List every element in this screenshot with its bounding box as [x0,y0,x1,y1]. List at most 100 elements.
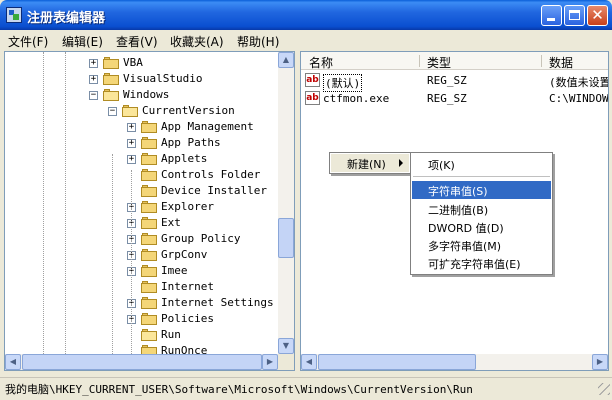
tree-item[interactable]: + VBA [5,55,278,71]
context-menu: 新建(N) [329,152,411,174]
tree-item[interactable]: + App Paths [5,135,278,151]
tree-guide-line [131,170,132,354]
submenu-item-label: 二进制值(B) [428,204,489,217]
folder-icon [141,201,157,213]
minimize-button[interactable] [541,5,562,26]
maximize-icon [569,10,580,20]
tree-horizontal-scrollbar[interactable]: ◀ ▶ [5,354,278,370]
tree-item[interactable]: Run [5,327,278,343]
list-item[interactable]: ab (默认) REG_SZ (数值未设置) [305,72,608,92]
tree-item-label: Ext [161,216,181,229]
submenu-item-binary-value[interactable]: 二进制值(B) [412,200,551,218]
folder-icon [141,185,157,197]
expand-icon[interactable]: + [127,155,136,164]
minimize-icon [547,18,555,21]
list-hscroll-thumb[interactable] [318,354,476,370]
tree-item[interactable]: − CurrentVersion [5,103,278,119]
submenu-item-expandable-string-value[interactable]: 可扩充字符串值(E) [412,254,551,272]
submenu-item-label: DWORD 值(D) [428,222,504,235]
menu-bar: 文件(F) 编辑(E) 查看(V) 收藏夹(A) 帮助(H) [0,30,612,50]
menu-help[interactable]: 帮助(H) [237,33,279,50]
column-data[interactable]: 数据 [549,54,573,71]
tree-vertical-scrollbar[interactable]: ▲ ▼ [278,52,294,354]
submenu-item-label: 多字符串值(M) [428,240,502,253]
tree-item[interactable]: + Group Policy [5,231,278,247]
tree-item[interactable]: Device Installer [5,183,278,199]
tree-item[interactable]: + Applets [5,151,278,167]
tree-item[interactable]: + Policies [5,311,278,327]
folder-icon [141,217,157,229]
tree-item-label: App Management [161,120,254,133]
tree-item[interactable]: + GrpConv [5,247,278,263]
tree-item-label: Policies [161,312,214,325]
tree-guide-line [112,154,113,354]
expand-icon[interactable]: + [89,75,98,84]
folder-icon [141,121,157,133]
tree-item[interactable]: + Imee [5,263,278,279]
folder-icon [141,265,157,277]
folder-icon [141,313,157,325]
expand-icon[interactable]: + [127,123,136,132]
column-type[interactable]: 类型 [427,54,451,71]
tree-item[interactable]: Internet [5,279,278,295]
tree-item-label: Device Installer [161,184,267,197]
value-name: ctfmon.exe [323,92,390,105]
tree-scroll-right-button[interactable]: ▶ [262,354,278,370]
expand-icon[interactable]: + [127,139,136,148]
collapse-icon[interactable]: − [108,107,117,116]
submenu-item-label: 字符串值(S) [428,185,488,198]
tree-item-label: Windows [123,88,170,101]
tree-item[interactable]: + Explorer [5,199,278,215]
tree-scroll-thumb[interactable] [278,218,294,258]
tree-scroll-left-button[interactable]: ◀ [5,354,21,370]
tree-scroll-down-button[interactable]: ▼ [278,338,294,354]
title-bar[interactable]: 注册表编辑器 ✕ [0,0,612,30]
maximize-button[interactable] [564,5,585,26]
menu-edit[interactable]: 编辑(E) [62,33,103,50]
context-menu-new[interactable]: 新建(N) [331,154,409,172]
tree-item[interactable]: − Windows [5,87,278,103]
list-scroll-right-button[interactable]: ▶ [592,354,608,370]
submenu-item-label: 可扩充字符串值(E) [428,258,521,271]
registry-tree[interactable]: + VBA + VisualStudio − Windows − CurrentVersion… [4,51,295,371]
menu-file[interactable]: 文件(F) [8,33,48,50]
list-scroll-left-button[interactable]: ◀ [301,354,317,370]
column-name[interactable]: 名称 [309,54,333,71]
submenu-item-key[interactable]: 项(K) [412,155,551,173]
value-type: REG_SZ [427,92,467,105]
tree-hscroll-thumb[interactable] [22,354,262,370]
submenu-item-string-value[interactable]: 字符串值(S) [412,181,551,199]
collapse-icon[interactable]: − [89,91,98,100]
column-separator[interactable] [419,55,420,67]
tree-item-label: Applets [161,152,208,165]
regedit-icon [6,7,22,23]
folder-open-icon [141,329,157,341]
menu-view[interactable]: 查看(V) [116,33,158,50]
submenu-item-label: 项(K) [428,159,455,172]
tree-item[interactable]: + App Management [5,119,278,135]
tree-scroll-up-button[interactable]: ▲ [278,52,294,68]
list-horizontal-scrollbar[interactable]: ◀ ▶ [301,354,608,370]
folder-icon [141,233,157,245]
tree-item-label: CurrentVersion [142,104,235,117]
tree-item[interactable]: + Ext [5,215,278,231]
tree-item-label: GrpConv [161,248,208,261]
tree-item-label: Explorer [161,200,214,213]
list-item[interactable]: ab ctfmon.exe REG_SZ C:\WINDOWS\ [305,90,608,107]
resize-grip-icon[interactable] [598,383,610,395]
value-data: (数值未设置) [549,76,608,89]
menu-favorites[interactable]: 收藏夹(A) [170,33,224,50]
tree-item[interactable]: Controls Folder [5,167,278,183]
expand-icon[interactable]: + [89,59,98,68]
column-separator[interactable] [541,55,542,67]
submenu-item-multi-string-value[interactable]: 多字符串值(M) [412,236,551,254]
tree-item-label: Run [161,328,181,341]
submenu-item-dword-value[interactable]: DWORD 值(D) [412,218,551,236]
tree-item[interactable]: + VisualStudio [5,71,278,87]
list-header: 名称 类型 数据 [301,52,608,71]
context-menu-new-label: 新建(N) [347,158,386,171]
folder-open-icon [122,105,138,117]
tree-item[interactable]: + Internet Settings [5,295,278,311]
close-button[interactable]: ✕ [587,5,608,26]
folder-icon [141,169,157,181]
